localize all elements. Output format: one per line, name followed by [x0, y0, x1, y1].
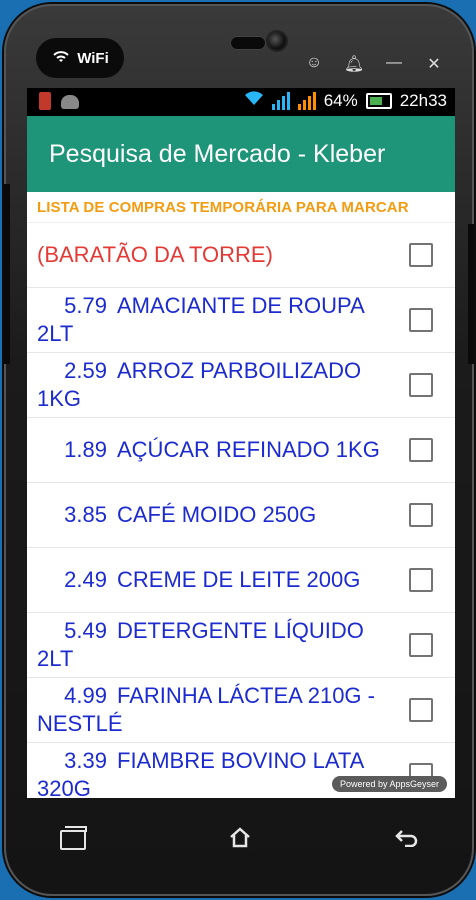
shopping-list: (BARATÃO DA TORRE) 5.79 AMACIANTE DE ROUP…: [27, 223, 455, 798]
list-item[interactable]: 4.99 FARINHA LÁCTEA 210G - NESTLÉ: [27, 678, 455, 743]
item-name: CAFÉ MOIDO 250G: [117, 502, 317, 527]
status-bar: 64% 22h33: [27, 88, 455, 116]
battery-icon: [365, 92, 392, 109]
list-subheader: LISTA DE COMPRAS TEMPORÁRIA PARA MARCAR: [27, 192, 455, 223]
list-item[interactable]: 2.59 ARROZ PARBOILIZADO 1KG: [27, 353, 455, 418]
back-button[interactable]: [384, 820, 430, 860]
recent-apps-button[interactable]: [50, 820, 96, 860]
item-name: CREME DE LEITE 200G: [117, 567, 361, 592]
item-price: 5.79: [64, 293, 107, 318]
navigation-bar: [50, 820, 430, 860]
back-icon: [394, 826, 420, 854]
list-item[interactable]: 5.49 DETERGENTE LÍQUIDO 2LT: [27, 613, 455, 678]
list-item[interactable]: 3.85 CAFÉ MOIDO 250G: [27, 483, 455, 548]
list-item[interactable]: 2.49 CREME DE LEITE 200G: [27, 548, 455, 613]
wifi-icon: [51, 48, 71, 68]
item-checkbox[interactable]: [409, 308, 433, 332]
sim-card-icon: [39, 92, 51, 110]
store-name: (BARATÃO DA TORRE): [37, 242, 273, 267]
device-screen: 64% 22h33 Pesquisa de Mercado - Kleber L…: [27, 88, 455, 798]
phone-side-button: [4, 184, 10, 364]
item-checkbox[interactable]: [409, 503, 433, 527]
app-title: Pesquisa de Mercado - Kleber: [49, 139, 386, 168]
cell-signal-icon-2: [297, 91, 316, 110]
item-price: 2.49: [64, 567, 107, 592]
item-checkbox[interactable]: [409, 243, 433, 267]
item-name: AÇÚCAR REFINADO 1KG: [117, 437, 380, 462]
cell-signal-icon: [271, 91, 290, 110]
item-price: 2.59: [64, 358, 107, 383]
powered-by-badge[interactable]: Powered by AppsGeyser: [331, 776, 447, 792]
item-price: 5.49: [64, 618, 107, 643]
minimize-icon[interactable]: —: [382, 54, 406, 74]
list-item[interactable]: 1.89 AÇÚCAR REFINADO 1KG: [27, 418, 455, 483]
item-checkbox[interactable]: [409, 698, 433, 722]
wifi-pill: WiFi: [36, 38, 124, 78]
wifi-label: WiFi: [77, 49, 109, 67]
list-item[interactable]: 5.79 AMACIANTE DE ROUPA 2LT: [27, 288, 455, 353]
clock: 22h33: [399, 90, 447, 110]
item-price: 3.85: [64, 502, 107, 527]
item-checkbox[interactable]: [409, 633, 433, 657]
item-price: 4.99: [64, 683, 107, 708]
bell-icon[interactable]: 🔔︎: [342, 54, 366, 74]
item-price: 3.39: [64, 748, 107, 773]
app-bar: Pesquisa de Mercado - Kleber: [27, 116, 455, 192]
item-checkbox[interactable]: [409, 373, 433, 397]
home-button[interactable]: [217, 820, 263, 860]
recent-apps-icon: [60, 826, 87, 850]
front-camera: [268, 32, 286, 50]
phone-side-button: [468, 224, 474, 364]
home-icon: [228, 826, 252, 855]
android-icon: [61, 95, 79, 109]
item-checkbox[interactable]: [409, 568, 433, 592]
earpiece-speaker: [230, 36, 266, 50]
battery-percent: 64%: [323, 90, 358, 110]
item-checkbox[interactable]: [409, 438, 433, 462]
item-price: 1.89: [64, 437, 107, 462]
ghost-icon[interactable]: ☺: [302, 54, 326, 74]
wifi-signal-icon: [244, 90, 264, 111]
list-item[interactable]: (BARATÃO DA TORRE): [27, 223, 455, 288]
close-icon[interactable]: ✕: [422, 54, 446, 74]
